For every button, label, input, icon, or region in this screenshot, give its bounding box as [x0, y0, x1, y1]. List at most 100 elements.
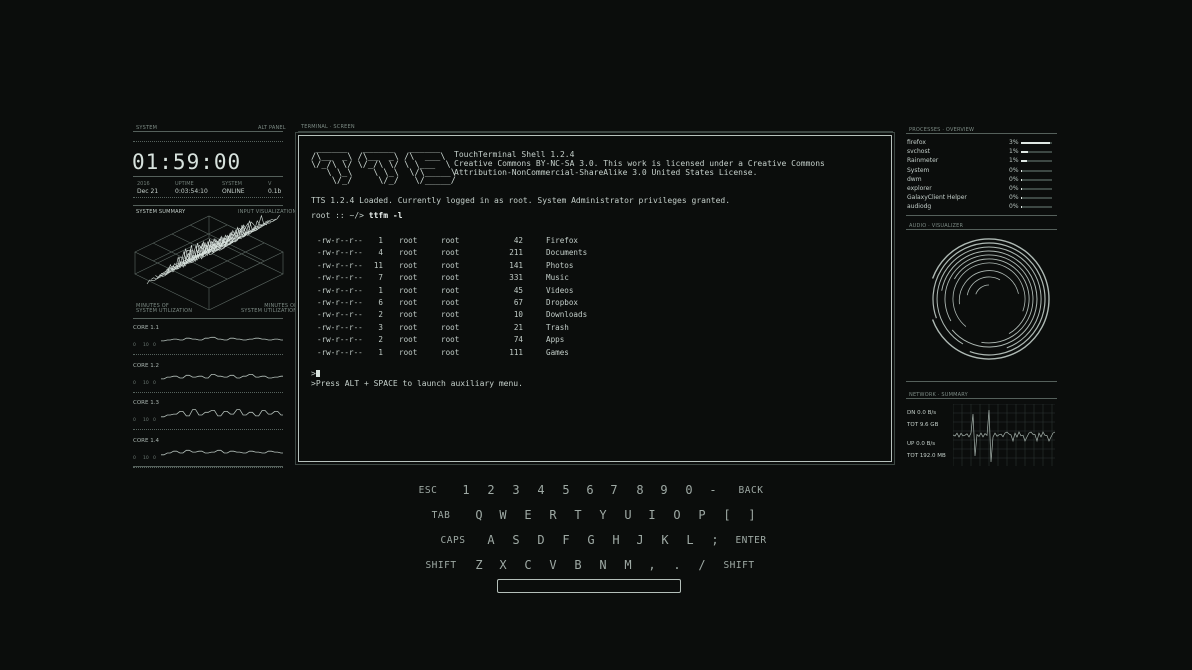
process-usage-fill: [1021, 197, 1023, 200]
divider: [133, 429, 283, 430]
key-shift[interactable]: SHIFT: [723, 560, 754, 571]
key-char[interactable]: .: [673, 558, 680, 572]
core-axis-label: 0: [153, 380, 156, 386]
core-label: CORE 1.1: [133, 325, 159, 331]
core-axis-label: 0: [133, 343, 136, 348]
process-percent: 0%: [1009, 185, 1019, 192]
key-char[interactable]: G: [587, 533, 594, 547]
key-char[interactable]: C: [524, 558, 531, 572]
key-char[interactable]: 4: [537, 483, 544, 497]
divider: [133, 466, 283, 467]
listing-group: root: [441, 285, 460, 295]
listing-perm: -rw-r--r--: [317, 248, 363, 258]
core-axis-label: 10: [143, 380, 149, 386]
key-char[interactable]: ]: [748, 508, 755, 522]
key-char[interactable]: N: [599, 558, 606, 572]
key-char[interactable]: K: [661, 533, 668, 547]
key-char[interactable]: ,: [648, 558, 655, 572]
divider: [133, 176, 283, 177]
key-char[interactable]: 7: [610, 483, 617, 497]
clock: 01:59:00: [132, 150, 242, 174]
key-tab[interactable]: TAB: [432, 510, 451, 521]
key-shift[interactable]: SHIFT: [425, 560, 456, 571]
listing-owner: root: [399, 298, 418, 307]
stat-value: 0:03:54:10: [175, 188, 208, 195]
stat-version: V 0.1b: [268, 181, 281, 195]
key-char[interactable]: T: [574, 508, 581, 522]
system-utilization-3d-chart: [134, 214, 284, 310]
terminal-header: TERMINAL · SCREEN: [301, 124, 355, 130]
key-char[interactable]: Q: [475, 508, 482, 522]
key-char[interactable]: S: [512, 533, 519, 547]
key-char[interactable]: 0: [685, 483, 692, 497]
key-char[interactable]: 1: [462, 483, 469, 497]
listing-name: Videos: [546, 285, 574, 295]
key-char[interactable]: P: [698, 508, 705, 522]
key-char[interactable]: 9: [660, 483, 667, 497]
core-usage-line: [161, 409, 283, 418]
process-name: System: [907, 166, 930, 174]
license-line-1: Creative Commons BY-NC-SA 3.0. This work…: [454, 159, 825, 168]
key-char[interactable]: I: [648, 508, 655, 522]
key-char[interactable]: M: [624, 558, 631, 572]
process-name: firefox: [907, 139, 926, 146]
terminal-input-line[interactable]: >: [311, 369, 320, 378]
key-char[interactable]: F: [562, 533, 569, 547]
key-char[interactable]: -: [709, 483, 716, 497]
key-char[interactable]: U: [624, 508, 631, 522]
net-value: 192.0 MB: [919, 453, 946, 459]
core-usage-graph: [161, 409, 283, 418]
key-char[interactable]: X: [499, 558, 506, 572]
listing-owner: root: [399, 347, 418, 357]
spacebar-key[interactable]: [497, 579, 681, 593]
core-axis-label: 10: [143, 455, 149, 461]
key-char[interactable]: Z: [475, 558, 482, 572]
key-char[interactable]: ;: [711, 533, 718, 547]
key-char[interactable]: 6: [586, 483, 593, 497]
auxiliary-menu-hint: >Press ALT + SPACE to launch auxiliary m…: [311, 379, 523, 388]
key-char[interactable]: Y: [599, 508, 606, 522]
key-char[interactable]: L: [686, 533, 693, 547]
key-char[interactable]: V: [549, 558, 556, 572]
listing-owner: root: [399, 273, 418, 283]
process-name: svchost: [907, 148, 930, 156]
listing-name: Games: [546, 347, 569, 357]
process-name: audiodg: [907, 203, 932, 211]
listing-perm: -rw-r--r--: [317, 322, 363, 332]
key-char[interactable]: /: [698, 558, 705, 572]
listing-name: Trash: [546, 322, 569, 332]
key-char[interactable]: 5: [562, 483, 569, 497]
key-caps[interactable]: CAPS: [441, 535, 466, 546]
key-char[interactable]: R: [549, 508, 556, 522]
command-line: root :: ~/> ttfm -l: [311, 211, 403, 220]
process-percent: 3%: [1009, 139, 1019, 146]
key-char[interactable]: A: [487, 533, 494, 547]
terminal-title: TouchTerminal Shell 1.2.4: [454, 150, 575, 159]
key-char[interactable]: W: [499, 508, 506, 522]
divider: [133, 318, 283, 319]
net-label: TOT: [907, 453, 919, 459]
key-back[interactable]: BACK: [739, 485, 764, 496]
key-char[interactable]: D: [537, 533, 544, 547]
listing-owner: root: [399, 260, 418, 270]
key-char[interactable]: O: [673, 508, 680, 522]
network-graph: [953, 404, 1055, 466]
key-char[interactable]: H: [612, 533, 619, 547]
process-usage-bar: [1021, 160, 1052, 163]
process-usage-bar: [1021, 197, 1052, 200]
core-axis-label: 0: [133, 455, 136, 461]
key-esc[interactable]: ESC: [419, 485, 438, 496]
process-percent: 0%: [1009, 166, 1019, 174]
key-char[interactable]: 8: [636, 483, 643, 497]
key-char[interactable]: [: [723, 508, 730, 522]
key-char[interactable]: J: [636, 533, 643, 547]
key-char[interactable]: E: [524, 508, 531, 522]
listing-group: root: [441, 310, 460, 320]
divider: [133, 197, 283, 198]
divider: [133, 205, 283, 206]
process-usage-bar: [1021, 178, 1052, 181]
key-char[interactable]: 2: [487, 483, 494, 497]
key-char[interactable]: 3: [512, 483, 519, 497]
key-char[interactable]: B: [574, 558, 581, 572]
key-enter[interactable]: ENTER: [735, 535, 766, 546]
